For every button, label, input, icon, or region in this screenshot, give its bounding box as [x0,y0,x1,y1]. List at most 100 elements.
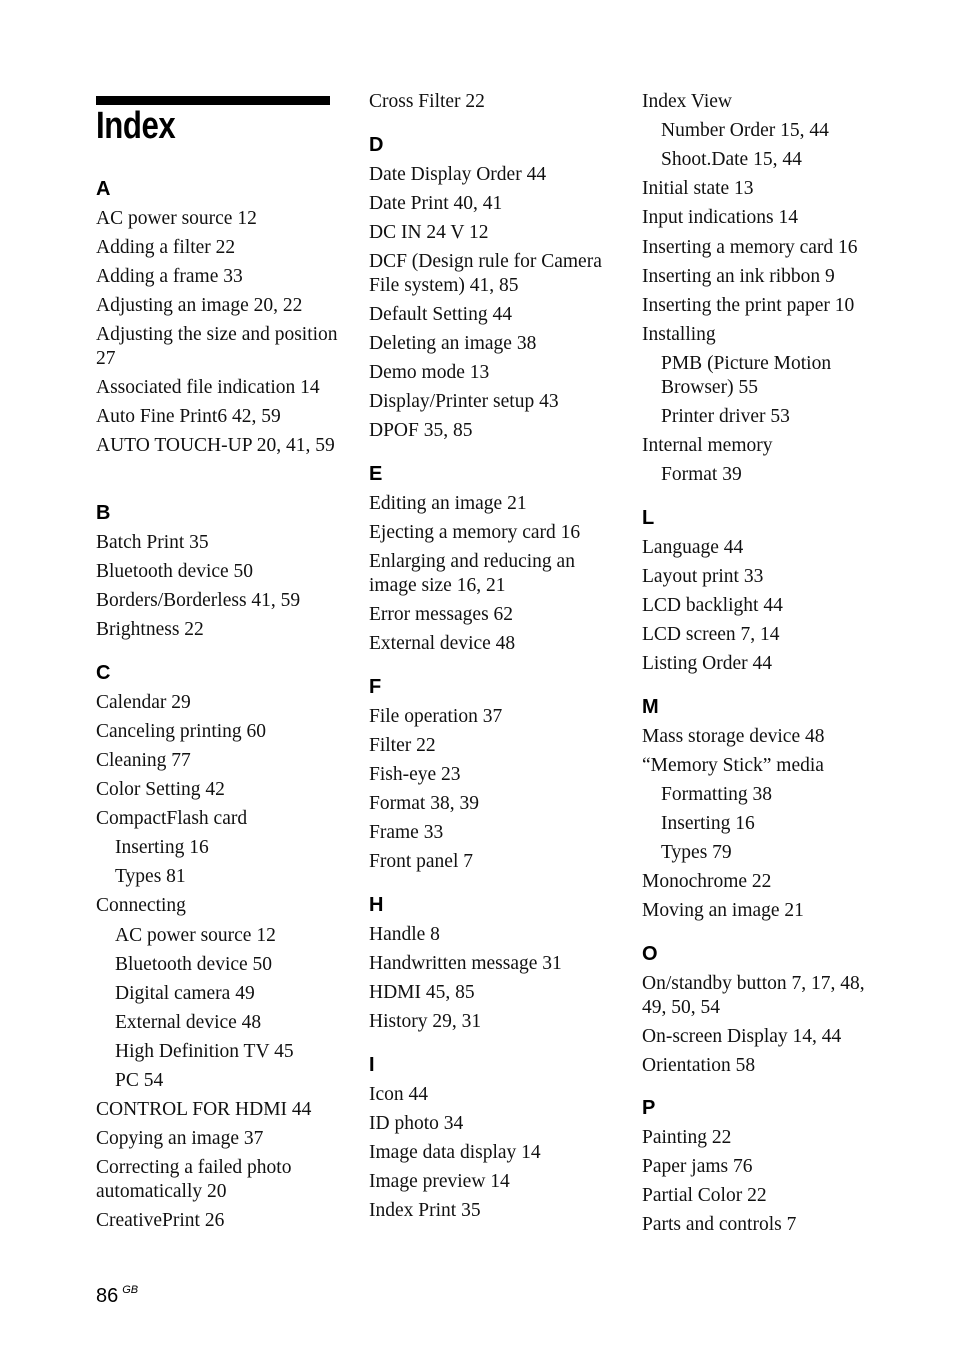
index-entry: Inserting a memory card 16 [642,237,858,258]
index-entry: Copying an image 37 [96,1128,264,1149]
index-entry: History 29, 31 [369,1011,482,1032]
index-entry: Color Setting 42 [96,779,225,800]
index-entry: CompactFlash card [96,808,248,829]
index-entry: Image data display 14 [369,1142,541,1163]
index-entry: Partial Color 22 [642,1185,767,1206]
index-entry: Parts and controls 7 [642,1214,797,1235]
index-entry: Cross Filter 22 [369,91,485,112]
index-entry: Fish-eye 23 [369,764,461,785]
index-entry: Installing [642,324,716,345]
page-title: Index [96,105,176,147]
index-entry: Calendar 29 [96,692,191,713]
index-entry: Filter 22 [369,735,436,756]
index-entry: Image preview 14 [369,1171,510,1192]
language-code: GB [122,1284,139,1296]
index-entry: ID photo 34 [369,1113,464,1134]
index-entry: Orientation 58 [642,1055,756,1076]
index-entry: Inserting the print paper 10 [642,295,855,316]
index-entry: Date Display Order 44 [369,164,547,185]
index-entry: Icon 44 [369,1084,429,1105]
section-letter: L [642,507,655,529]
section-letter: P [642,1097,656,1119]
index-subentry: Formatting 38 [661,784,773,805]
index-entry: Connecting [96,895,186,916]
section-letter: E [369,463,383,485]
index-entry: CONTROL FOR HDMI 44 [96,1099,312,1120]
index-entry: Enlarging and reducing an image size 16,… [369,551,575,596]
index-entry: Auto Fine Print6 42, 59 [96,406,281,427]
index-subentry: Printer driver 53 [661,406,790,427]
index-entry: “Memory Stick” media [642,755,824,776]
index-entry: Moving an image 21 [642,900,804,921]
page-number: 86 [96,1285,119,1307]
index-entry: Bluetooth device 50 [96,561,254,582]
index-subentry: Types 81 [115,866,186,887]
section-letter: B [96,502,111,524]
index-entry: Paper jams 76 [642,1156,753,1177]
index-subentry: Types 79 [661,842,732,863]
index-entry: Mass storage device 48 [642,726,825,747]
index-subentry: Digital camera 49 [115,983,255,1004]
index-entry: Adjusting an image 20, 22 [96,295,303,316]
index-entry: DC IN 24 V 12 [369,222,489,243]
index-subentry: Shoot.Date 15, 44 [661,149,802,170]
index-entry: Display/Printer setup 43 [369,391,559,412]
index-entry: Input indications 14 [642,207,798,228]
section-letter: M [642,696,659,718]
index-subentry: Inserting 16 [115,837,209,858]
index-entry: Default Setting 44 [369,304,512,325]
index-entry: Editing an image 21 [369,493,527,514]
index-entry: Correcting a failed photo automatically … [96,1157,292,1202]
index-entry: Cleaning 77 [96,750,191,771]
index-entry: Initial state 13 [642,178,754,199]
index-entry: LCD screen 7, 14 [642,624,780,645]
index-entry: AC power source 12 [96,208,257,229]
index-entry: Index Print 35 [369,1200,481,1221]
index-entry: Inserting an ink ribbon 9 [642,266,835,287]
index-entry: Associated file indication 14 [96,377,320,398]
index-entry: Handwritten message 31 [369,953,562,974]
section-letter: C [96,662,111,684]
index-entry: On/standby button 7, 17, 48, 49, 50, 54 [642,973,865,1018]
index-entry: Deleting an image 38 [369,333,537,354]
index-entry: Handle 8 [369,924,440,945]
index-entry: Format 38, 39 [369,793,479,814]
index-subentry: High Definition TV 45 [115,1041,294,1062]
index-entry: Language 44 [642,537,744,558]
section-letter: O [642,943,658,965]
index-entry: Painting 22 [642,1127,732,1148]
index-entry: Internal memory [642,435,773,456]
index-entry: On-screen Display 14, 44 [642,1026,842,1047]
index-entry: Layout print 33 [642,566,764,587]
index-entry: File operation 37 [369,706,503,727]
index-subentry: Bluetooth device 50 [115,954,273,975]
index-entry: Adjusting the size and position 27 [96,324,338,369]
index-entry: Monochrome 22 [642,871,772,892]
index-entry: Frame 33 [369,822,444,843]
index-entry: Date Print 40, 41 [369,193,503,214]
index-entry: External device 48 [369,633,516,654]
index-entry: DCF (Design rule for Camera File system)… [369,251,602,296]
index-entry: Ejecting a memory card 16 [369,522,581,543]
section-letter: I [369,1054,375,1076]
index-entry: Brightness 22 [96,619,204,640]
index-entry: CreativePrint 26 [96,1210,225,1231]
section-letter: D [369,134,384,156]
index-subentry: Inserting 16 [661,813,755,834]
index-entry: Adding a filter 22 [96,237,236,258]
index-subentry: Number Order 15, 44 [661,120,829,141]
index-subentry: AC power source 12 [115,925,276,946]
index-entry: Index View [642,91,732,112]
section-letter: A [96,178,111,200]
index-entry: Listing Order 44 [642,653,772,674]
index-subentry: PC 54 [115,1070,164,1091]
index-page: Index A AC power source 12 Adding a filter… [0,0,954,1352]
index-subentry: Format 39 [661,464,742,485]
index-entry: Front panel 7 [369,851,473,872]
section-letter: H [369,894,384,916]
index-entry: LCD backlight 44 [642,595,783,616]
index-entry: HDMI 45, 85 [369,982,475,1003]
index-subentry: External device 48 [115,1012,262,1033]
index-entry: Error messages 62 [369,604,514,625]
page-footer: 86 GB [96,1278,138,1308]
